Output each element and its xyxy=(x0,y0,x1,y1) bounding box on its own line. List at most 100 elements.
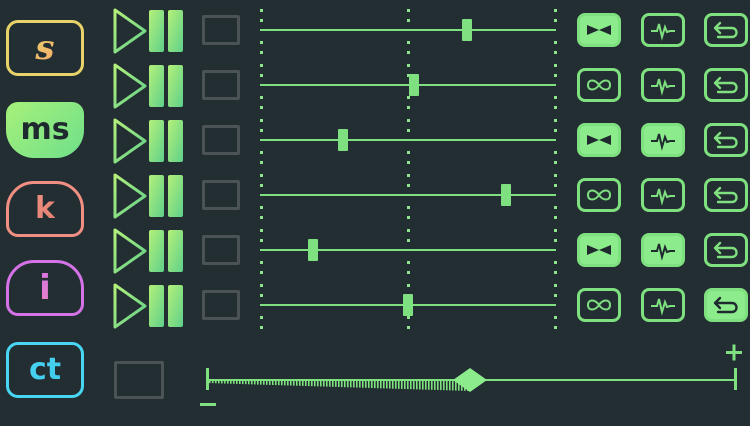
pulse-button[interactable] xyxy=(641,68,685,102)
waveform-icon xyxy=(651,243,675,261)
pause-icon xyxy=(149,120,183,162)
slider-tick-marks xyxy=(554,282,557,330)
pause-icon xyxy=(149,230,183,272)
play-icon xyxy=(113,63,147,109)
loop-button[interactable] xyxy=(577,233,621,267)
master-checkbox[interactable] xyxy=(114,361,164,399)
play-pause-button[interactable] xyxy=(112,7,186,55)
slider-tick-marks xyxy=(260,172,263,220)
waveform-icon xyxy=(651,23,675,41)
infinity-icon xyxy=(586,79,612,91)
play-icon xyxy=(113,228,147,274)
slider-tick-marks xyxy=(554,7,557,55)
waveform-icon xyxy=(651,188,675,206)
infinity-icon xyxy=(587,25,611,35)
track-checkbox[interactable] xyxy=(202,235,240,265)
slider-tick-marks xyxy=(260,7,263,55)
track-row xyxy=(0,5,750,57)
track-row xyxy=(0,60,750,112)
loop-button[interactable] xyxy=(577,178,621,212)
pulse-button[interactable] xyxy=(641,288,685,322)
return-arrow-icon xyxy=(713,186,738,204)
infinity-icon xyxy=(586,189,612,201)
undo-button[interactable] xyxy=(704,68,748,102)
slider-tick-marks xyxy=(407,117,410,165)
slider-thumb[interactable] xyxy=(337,129,348,151)
play-icon xyxy=(113,8,147,54)
return-arrow-icon xyxy=(713,131,738,149)
slider-thumb[interactable] xyxy=(500,184,511,206)
waveform-icon xyxy=(651,133,675,151)
slider-thumb[interactable] xyxy=(308,239,319,261)
pulse-button[interactable] xyxy=(641,13,685,47)
loop-button[interactable] xyxy=(577,13,621,47)
return-arrow-icon xyxy=(713,76,738,94)
track-checkbox[interactable] xyxy=(202,290,240,320)
slider-tick-marks xyxy=(260,227,263,275)
slider-tick-marks xyxy=(554,117,557,165)
loop-button[interactable] xyxy=(577,288,621,322)
play-icon xyxy=(113,283,147,329)
undo-button[interactable] xyxy=(704,13,748,47)
return-arrow-icon xyxy=(713,21,738,39)
pulse-button[interactable] xyxy=(641,233,685,267)
plus-icon xyxy=(726,344,742,361)
undo-button[interactable] xyxy=(704,178,748,212)
loop-button[interactable] xyxy=(577,123,621,157)
track-slider[interactable] xyxy=(256,5,560,57)
track-checkbox[interactable] xyxy=(202,70,240,100)
loop-button[interactable] xyxy=(577,68,621,102)
track-slider[interactable] xyxy=(256,115,560,167)
play-pause-button[interactable] xyxy=(112,117,186,165)
master-ramp xyxy=(209,381,469,391)
slider-tick-marks xyxy=(260,282,263,330)
track-checkbox[interactable] xyxy=(202,125,240,155)
undo-button[interactable] xyxy=(704,288,748,322)
mode-button-label: ct xyxy=(28,352,62,387)
slider-thumb[interactable] xyxy=(403,294,413,316)
waveform-icon xyxy=(651,78,675,96)
play-pause-button[interactable] xyxy=(112,62,186,110)
pulse-button[interactable] xyxy=(641,178,685,212)
slider-tick-marks xyxy=(260,62,263,110)
track-slider[interactable] xyxy=(256,170,560,222)
pulse-button[interactable] xyxy=(641,123,685,157)
slider-tick-marks xyxy=(407,227,410,275)
slider-tick-marks xyxy=(407,172,410,220)
pause-icon xyxy=(149,285,183,327)
pause-icon xyxy=(149,10,183,52)
track-checkbox[interactable] xyxy=(202,180,240,210)
undo-button[interactable] xyxy=(704,233,748,267)
play-pause-button[interactable] xyxy=(112,282,186,330)
track-slider[interactable] xyxy=(256,60,560,112)
slider-thumb[interactable] xyxy=(462,19,473,41)
minus-icon xyxy=(200,403,216,406)
play-pause-button[interactable] xyxy=(112,172,186,220)
slider-thumb[interactable] xyxy=(408,74,419,96)
slider-tick-marks xyxy=(554,227,557,275)
infinity-icon xyxy=(587,245,611,255)
pause-icon xyxy=(149,65,183,107)
slider-tick-marks xyxy=(554,172,557,220)
pause-icon xyxy=(149,175,183,217)
play-pause-button[interactable] xyxy=(112,227,186,275)
track-row xyxy=(0,225,750,277)
slider-tick-marks xyxy=(407,7,410,55)
undo-button[interactable] xyxy=(704,123,748,157)
track-row xyxy=(0,170,750,222)
return-arrow-icon xyxy=(713,241,738,259)
infinity-icon xyxy=(586,299,612,311)
return-arrow-icon xyxy=(713,296,738,314)
slider-tick-marks xyxy=(260,117,263,165)
infinity-icon xyxy=(587,135,611,145)
track-checkbox[interactable] xyxy=(202,15,240,45)
master-slider[interactable] xyxy=(196,340,750,422)
mode-button-ct[interactable]: ct xyxy=(6,342,84,398)
track-slider[interactable] xyxy=(256,280,560,332)
play-icon xyxy=(113,173,147,219)
play-icon xyxy=(113,118,147,164)
track-row xyxy=(0,280,750,332)
slider-tick-marks xyxy=(554,62,557,110)
track-slider[interactable] xyxy=(256,225,560,277)
app-root: s ms k i ct xyxy=(0,0,750,422)
